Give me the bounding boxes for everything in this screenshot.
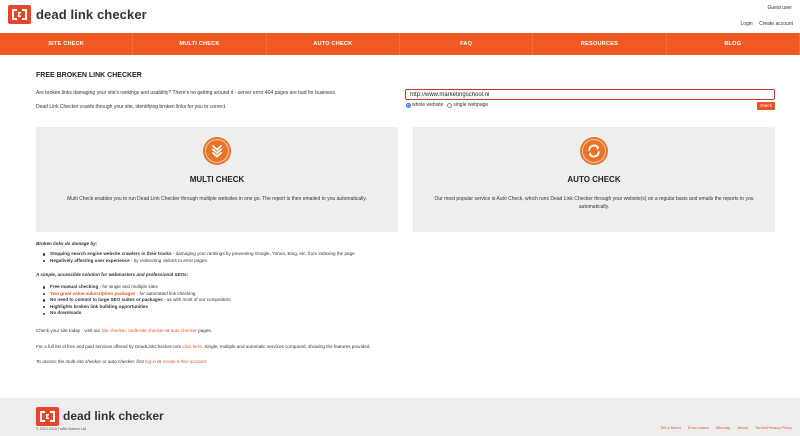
- nav-blog[interactable]: BLOG: [667, 33, 800, 55]
- list-item: No need to commit to large SEO suites or…: [42, 297, 231, 304]
- footer-link-sitemap[interactable]: Sitemap: [716, 425, 731, 430]
- solution-heading: A simple, accessible solution for webmas…: [36, 272, 189, 277]
- refresh-icon: [580, 137, 608, 165]
- footer-links: Tell a friend Error codes Sitemap About …: [654, 425, 792, 430]
- intro-text: Are broken links damaging your site's ra…: [36, 90, 337, 96]
- auth-links: Login Create account: [735, 21, 793, 27]
- guest-user-label: Guest user: [767, 5, 792, 11]
- auto-check-description: Our most popular service is Auto Check, …: [434, 196, 754, 210]
- logo-icon[interactable]: [8, 5, 31, 24]
- site-header: dead link checker Guest user Login Creat…: [0, 0, 800, 30]
- list-item: Two great value subscription packages - …: [42, 291, 231, 298]
- site-checker-link[interactable]: site checker: [101, 328, 125, 333]
- multi-check-card[interactable]: MULTI CHECK Multi Check enables you to r…: [36, 127, 398, 232]
- main-nav: SITE CHECK MULTI CHECK AUTO CHECK FAQ RE…: [0, 33, 800, 55]
- damage-list: Stopping search engine website crawlers …: [42, 251, 355, 264]
- solution-list: Free manual checking - for single and mu…: [42, 284, 231, 317]
- login-link[interactable]: Login: [740, 21, 752, 27]
- chevron-down-icon: [203, 137, 231, 165]
- auto-check-card[interactable]: AUTO CHECK Our most popular service is A…: [413, 127, 775, 232]
- log-in-link[interactable]: log in: [145, 359, 156, 364]
- list-item: Stopping search engine website crawlers …: [42, 251, 355, 258]
- services-paragraph: For a full list of free and paid service…: [36, 344, 371, 349]
- damage-heading: Broken links do damage by:: [36, 241, 98, 246]
- nav-site-check[interactable]: SITE CHECK: [0, 33, 134, 55]
- footer-logo-icon[interactable]: [36, 407, 59, 426]
- radio-whole-website-label[interactable]: whole website: [412, 102, 443, 108]
- radio-whole-website[interactable]: [406, 102, 411, 108]
- page-title: FREE BROKEN LINK CHECKER: [36, 72, 142, 79]
- check-mode-options: whole website single webpage: [406, 102, 492, 108]
- intro-text-2: Dead Link Checker crawls through your si…: [36, 104, 227, 110]
- nav-multi-check[interactable]: MULTI CHECK: [133, 33, 267, 55]
- multi-site-checker-link[interactable]: multi-site checker: [128, 328, 164, 333]
- subscription-packages-link[interactable]: Two great value subscription packages: [50, 291, 135, 296]
- footer-link-about[interactable]: About: [738, 425, 748, 430]
- access-paragraph: To access the multi-site checker or auto…: [36, 359, 208, 364]
- check-button[interactable]: check: [757, 102, 775, 110]
- footer-brand-name[interactable]: dead link checker: [63, 409, 164, 423]
- check-today-paragraph: Check your site today - visit our site c…: [36, 328, 212, 333]
- radio-single-webpage-label[interactable]: single webpage: [453, 102, 488, 108]
- radio-single-webpage[interactable]: [447, 102, 453, 108]
- click-here-link[interactable]: click here: [182, 344, 201, 349]
- copyright-text: © 2013-2016 Traffic Names Ltd: [36, 427, 86, 431]
- list-item: Free manual checking - for single and mu…: [42, 284, 231, 291]
- footer-link-error-codes[interactable]: Error codes: [688, 425, 709, 430]
- multi-check-title: MULTI CHECK: [189, 175, 245, 184]
- site-footer: dead link checker © 2013-2016 Traffic Na…: [0, 398, 800, 436]
- list-item: Highlights broken link building opportun…: [42, 304, 231, 311]
- multi-check-description: Multi Check enables you to run Dead Link…: [67, 196, 367, 202]
- auto-check-title: AUTO CHECK: [567, 175, 621, 184]
- create-free-account-link[interactable]: create a free account: [163, 359, 206, 364]
- footer-link-tell-a-friend[interactable]: Tell a friend: [660, 425, 680, 430]
- nav-faq[interactable]: FAQ: [400, 33, 534, 55]
- nav-auto-check[interactable]: AUTO CHECK: [267, 33, 400, 55]
- nav-resources[interactable]: RESOURCES: [533, 33, 667, 55]
- footer-link-terms[interactable]: Terms/Privacy Policy: [755, 425, 792, 430]
- list-item: No downloads: [42, 310, 231, 317]
- url-input[interactable]: [405, 89, 775, 100]
- create-account-link[interactable]: Create account: [759, 21, 793, 27]
- list-item: Negatively affecting user experience - b…: [42, 258, 355, 265]
- auto-checker-link[interactable]: auto checker: [171, 328, 197, 333]
- brand-name[interactable]: dead link checker: [36, 7, 147, 22]
